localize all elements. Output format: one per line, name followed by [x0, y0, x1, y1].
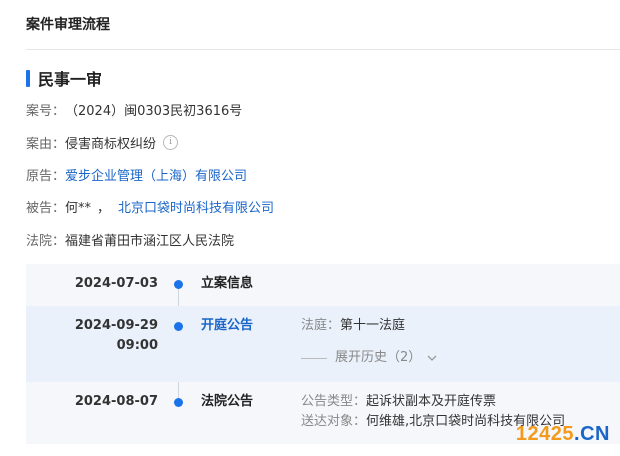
- timeline-date: 2024-08-07: [74, 394, 158, 409]
- timeline-item: 2024-09-29 09:00 开庭公告 法庭：第十一法庭 展开历史（2）: [26, 306, 620, 382]
- watermark-domain: .CN: [574, 423, 610, 445]
- timeline: 2024-07-03 立案信息 2024-09-29 09:00 开庭公告 法庭…: [26, 264, 620, 444]
- case-cause-row: 案由： 侵害商标权纠纷 i: [26, 133, 179, 152]
- timeline-event-link[interactable]: 开庭公告: [201, 316, 253, 336]
- timeline-dot: [174, 322, 183, 331]
- case-cause-value: 侵害商标权纠纷: [65, 137, 157, 152]
- expand-history-label: 展开历史（2）: [335, 350, 422, 365]
- timeline-event: 法院公告: [201, 394, 254, 409]
- watermark-number: 12425: [515, 423, 575, 445]
- detail-label: 法庭：: [301, 318, 341, 333]
- case-cause-label: 案由：: [26, 137, 66, 152]
- detail-label: 公告类型：: [301, 394, 367, 409]
- timeline-dot: [174, 280, 183, 289]
- timeline-detail: 公告类型：起诉状副本及开庭传票: [301, 392, 496, 412]
- court-value: 福建省莆田市涵江区人民法院: [65, 234, 235, 249]
- expand-dash: [301, 357, 327, 359]
- case-trial-process-panel: 案件审理流程 民事一审 案号： （2024）闽0303民初3616号 案由： 侵…: [0, 0, 620, 456]
- case-number-row: 案号： （2024）闽0303民初3616号: [26, 100, 242, 119]
- defendant-company-link[interactable]: 北京口袋时尚科技有限公司: [118, 197, 274, 216]
- panel-title: 案件审理流程: [26, 17, 110, 33]
- title-divider: [26, 49, 620, 50]
- section-header: 民事一审: [26, 66, 102, 90]
- defendant-person: 何**: [65, 201, 92, 216]
- timeline-item: 2024-07-03 立案信息: [26, 264, 620, 306]
- court-row: 法院： 福建省莆田市涵江区人民法院: [26, 230, 234, 249]
- site-watermark: 12425.CN: [516, 423, 610, 446]
- expand-history-button[interactable]: 展开历史（2）: [301, 348, 437, 368]
- section-title: 民事一审: [38, 70, 103, 89]
- detail-value: 起诉状副本及开庭传票: [366, 394, 497, 409]
- court-label: 法院：: [26, 234, 66, 249]
- section-accent-bar: [26, 69, 30, 87]
- timeline-time: 09:00: [116, 338, 158, 353]
- plaintiff-row: 原告： 爱步企业管理（上海）有限公司: [26, 165, 247, 184]
- defendant-label: 被告：: [26, 201, 66, 216]
- case-number-value: （2024）闽0303民初3616号: [65, 104, 243, 119]
- defendant-separator: ，: [97, 201, 111, 216]
- detail-value: 第十一法庭: [340, 318, 406, 333]
- defendant-row: 被告： 何** ， 北京口袋时尚科技有限公司: [26, 197, 274, 216]
- timeline-date: 2024-09-29: [74, 318, 158, 333]
- timeline-dot: [174, 398, 183, 407]
- timeline-detail: 法庭：第十一法庭: [301, 316, 405, 336]
- plaintiff-link[interactable]: 爱步企业管理（上海）有限公司: [65, 165, 247, 184]
- timeline-event: 立案信息: [201, 276, 254, 291]
- detail-label: 送达对象：: [301, 414, 367, 429]
- chevron-down-icon: [427, 355, 437, 361]
- timeline-date: 2024-07-03: [74, 276, 158, 291]
- info-icon[interactable]: i: [163, 135, 179, 150]
- plaintiff-label: 原告：: [26, 169, 66, 184]
- case-number-label: 案号：: [26, 104, 66, 119]
